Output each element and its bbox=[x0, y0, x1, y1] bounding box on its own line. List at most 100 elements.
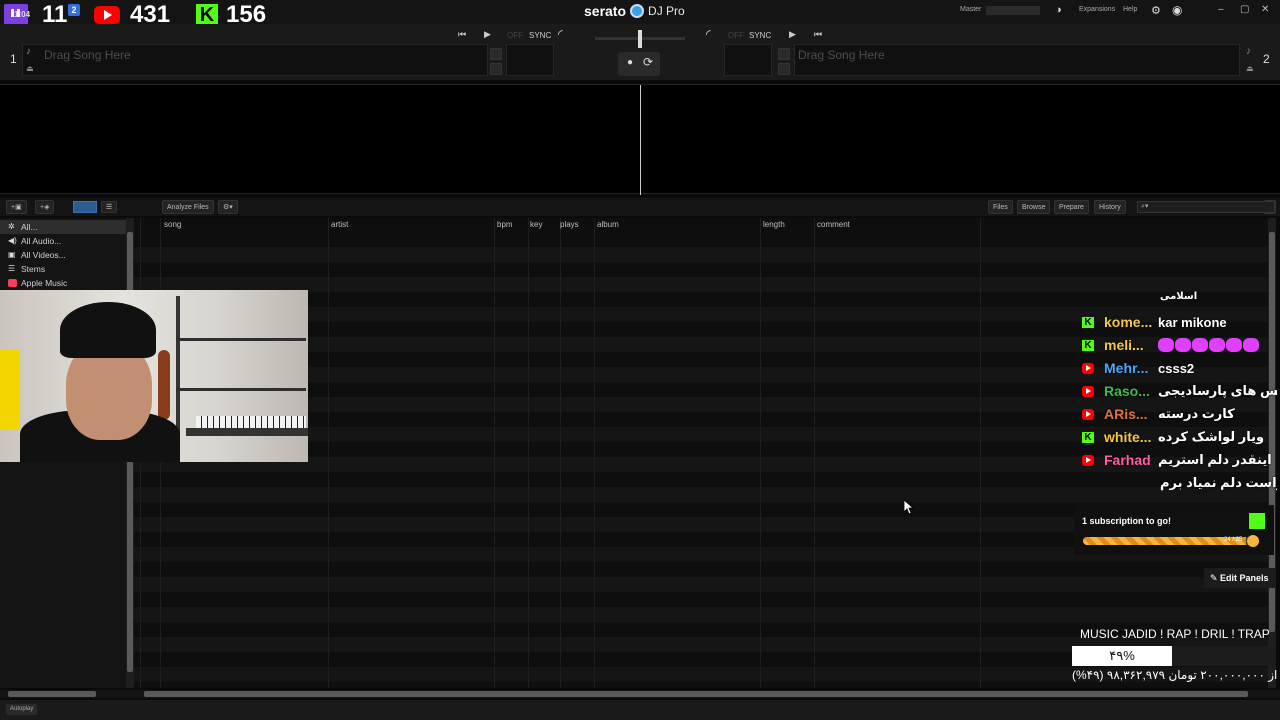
table-row[interactable] bbox=[134, 577, 1268, 592]
library-toolbar: +▣ +◈ ☰ Analyze Files ⚙▾ Files Browse Pr… bbox=[0, 198, 1280, 216]
master-level-meter bbox=[986, 6, 1040, 15]
help-menu[interactable]: Help bbox=[1123, 6, 1137, 13]
headphones-icon[interactable]: ◑ bbox=[1055, 4, 1062, 16]
chat-username: Raso... bbox=[1104, 383, 1150, 399]
crate-all-videos[interactable]: ▣ All Videos... bbox=[0, 248, 126, 262]
table-row[interactable] bbox=[134, 262, 1268, 277]
autoplay-button[interactable]: Autoplay bbox=[6, 704, 38, 715]
deck-2-number: 2 bbox=[1263, 52, 1270, 66]
minimize-icon[interactable]: – bbox=[1218, 4, 1224, 15]
horizontal-scrollbar[interactable] bbox=[0, 690, 1280, 698]
deck-1-play-icon[interactable]: ▶ bbox=[484, 29, 491, 40]
chat-top-fragment: اسلامی bbox=[1160, 291, 1198, 302]
tab-history[interactable]: History bbox=[1094, 200, 1126, 214]
column-divider bbox=[814, 218, 815, 688]
deck-1-tempo-icon[interactable]: ◜ bbox=[558, 27, 563, 41]
table-row[interactable] bbox=[134, 562, 1268, 577]
crossfader-knob[interactable] bbox=[638, 30, 642, 48]
coin-icon bbox=[1247, 535, 1259, 547]
album-view-button[interactable] bbox=[73, 201, 97, 213]
chat-message: Raso... ریمیکس های پارسادیجی bbox=[1082, 381, 1277, 401]
deck-1-info-panel bbox=[506, 44, 554, 76]
deck-1-off[interactable]: OFF bbox=[507, 31, 523, 40]
deck-2-grid-icon[interactable] bbox=[778, 63, 790, 75]
donation-progress-track: ۴۹% bbox=[1072, 646, 1276, 666]
column-divider bbox=[528, 218, 529, 688]
analyze-files-button[interactable]: Analyze Files bbox=[162, 200, 214, 214]
expansions-menu[interactable]: Expansions bbox=[1079, 6, 1115, 13]
tab-prepare[interactable]: Prepare bbox=[1054, 200, 1089, 214]
deck-1-sync-button[interactable]: SYNC bbox=[529, 31, 551, 40]
deck-2-eject-icon[interactable]: ⏏ bbox=[1246, 64, 1254, 73]
kick-icon: K bbox=[1082, 339, 1094, 351]
deck-2-off[interactable]: OFF bbox=[728, 31, 744, 40]
column-artist[interactable]: artist bbox=[331, 220, 348, 229]
deck-2-tempo-icon[interactable]: ◜ bbox=[706, 27, 711, 41]
deck-1-grid-icon[interactable] bbox=[490, 63, 502, 75]
deck-2-play-icon[interactable]: ▶ bbox=[789, 29, 796, 40]
search-input[interactable]: ⌕▾ bbox=[1137, 201, 1275, 213]
add-smart-crate-button[interactable]: +◈ bbox=[35, 200, 55, 214]
maximize-icon[interactable]: ▢ bbox=[1240, 4, 1249, 15]
library-settings-button[interactable]: ⚙▾ bbox=[218, 200, 238, 214]
webcam-background-sign bbox=[0, 350, 20, 430]
record-icon[interactable]: ● bbox=[627, 57, 633, 68]
tab-browse[interactable]: Browse bbox=[1017, 200, 1051, 214]
master-label: Master bbox=[960, 6, 982, 13]
deck-1-eject-icon[interactable]: ⏏ bbox=[26, 64, 34, 73]
table-row[interactable] bbox=[134, 607, 1268, 622]
column-divider bbox=[980, 218, 981, 688]
table-row[interactable] bbox=[134, 247, 1268, 262]
sidebar-h-scroll-thumb[interactable] bbox=[8, 691, 96, 697]
crate-stems[interactable]: ☰ Stems bbox=[0, 262, 126, 276]
waveform-overview[interactable] bbox=[0, 84, 1280, 195]
app-logo: serato DJ Pro bbox=[584, 3, 685, 19]
crate-apple-music[interactable]: Apple Music bbox=[0, 276, 126, 290]
deck-2-prev-icon[interactable]: ⏮ bbox=[814, 29, 822, 40]
column-plays[interactable]: plays bbox=[560, 220, 579, 229]
table-row[interactable] bbox=[134, 592, 1268, 607]
gear-icon[interactable]: ⚙ bbox=[1151, 4, 1161, 17]
chat-message: Mehr... csss2 bbox=[1082, 358, 1277, 378]
webcam-keyboard bbox=[196, 416, 306, 428]
sync-loop-icon[interactable]: ⟳ bbox=[643, 55, 653, 69]
user-account-icon[interactable]: ◉ bbox=[1172, 3, 1182, 17]
chat-text: kar mikone bbox=[1158, 314, 1227, 330]
table-row[interactable] bbox=[134, 232, 1268, 247]
column-key[interactable]: key bbox=[530, 220, 542, 229]
film-icon: ▣ bbox=[8, 250, 16, 259]
crate-all[interactable]: ✲ All... bbox=[0, 220, 126, 234]
webcam-shelf bbox=[176, 388, 306, 391]
edit-panels-button[interactable]: ✎ Edit Panels bbox=[1204, 568, 1275, 588]
deck-1-prev-icon[interactable]: ⏮ bbox=[458, 29, 466, 40]
add-crate-button[interactable]: +▣ bbox=[6, 200, 27, 214]
column-song[interactable]: song bbox=[164, 220, 181, 229]
deck-2-lock-icon[interactable] bbox=[778, 48, 790, 60]
column-length[interactable]: length bbox=[763, 220, 785, 229]
chat-message: میخواست دلم نمیاد برم bbox=[1160, 473, 1277, 493]
deck-2-sync-button[interactable]: SYNC bbox=[749, 31, 771, 40]
deck-1-lock-icon[interactable] bbox=[490, 48, 502, 60]
chat-text: csss2 bbox=[1158, 360, 1195, 376]
column-comment[interactable]: comment bbox=[817, 220, 850, 229]
webcam-person-cap bbox=[60, 302, 156, 358]
list-view-button[interactable]: ☰ bbox=[101, 201, 118, 213]
column-bpm[interactable]: bpm bbox=[497, 220, 513, 229]
webcam-guitar bbox=[158, 350, 170, 420]
tab-files[interactable]: Files bbox=[988, 200, 1013, 214]
table-row[interactable] bbox=[134, 682, 1268, 688]
youtube-icon bbox=[1082, 408, 1094, 420]
kick-icon: K bbox=[196, 4, 218, 26]
all-icon: ✲ bbox=[8, 222, 15, 231]
crate-all-audio[interactable]: ◀) All Audio... bbox=[0, 234, 126, 248]
track-h-scroll-thumb[interactable] bbox=[144, 691, 1248, 697]
deck-1-drag-text: Drag Song Here bbox=[44, 48, 131, 62]
table-row[interactable] bbox=[134, 487, 1268, 502]
column-album[interactable]: album bbox=[597, 220, 619, 229]
deck-1-note-icon: ♪ bbox=[26, 46, 31, 57]
crate-label: Stems bbox=[21, 264, 46, 274]
emote-icon bbox=[1226, 338, 1242, 352]
youtube-icon bbox=[1082, 362, 1094, 374]
close-icon[interactable]: ✕ bbox=[1261, 4, 1269, 15]
table-row[interactable] bbox=[134, 472, 1268, 487]
